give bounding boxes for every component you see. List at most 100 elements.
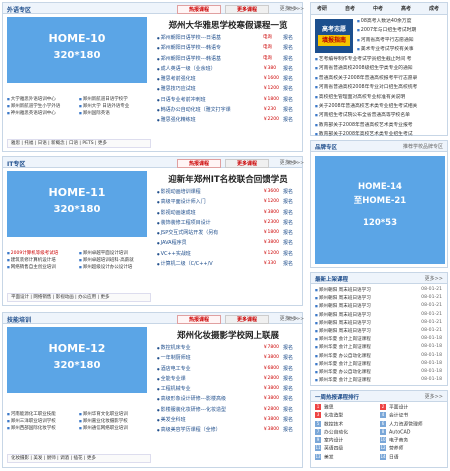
school-link[interactable]: 郑州华育文化职业培训: [79, 411, 151, 418]
latest-item[interactable]: 郑州朝阳 周末班日语学习 08-01-21: [315, 319, 445, 327]
latest-item[interactable]: 郑州朝阳 周末班日语学习 08-01-21: [315, 302, 445, 310]
signup-link[interactable]: 报名: [283, 197, 293, 207]
course-name[interactable]: 郑州朝阳日语学校---韩语专: [157, 43, 221, 53]
tab-more-courses[interactable]: 更多课程: [225, 159, 269, 168]
school-link[interactable]: 郑州嘉业化妆摄影学校: [79, 418, 151, 425]
latest-item[interactable]: 郑州朝阳 周末班日语学习 08-01-21: [315, 327, 445, 335]
more-link[interactable]: 更多>>: [425, 275, 443, 282]
tab-zikao[interactable]: 自考: [345, 5, 355, 12]
signup-link[interactable]: 报名: [283, 238, 293, 248]
school-link[interactable]: 郑州新航道日语学校学: [79, 96, 151, 103]
course-name[interactable]: 雅思考前强化班: [157, 74, 196, 84]
latest-item[interactable]: 郑州朝阳 周末班日语学习 08-01-21: [315, 311, 445, 319]
signup-link[interactable]: 报名: [283, 405, 293, 415]
course-list-title[interactable]: 郑州大华雅思学校寒假课程一览: [155, 19, 301, 33]
category-tags[interactable]: 雅思 | 托福 | 日语 | 新概念 | 口语 | PETS | 更多: [7, 139, 151, 148]
news-item[interactable]: 河南招生考试院公布全省普通高等学校名单: [315, 111, 445, 120]
latest-item[interactable]: 郑州朝阳 周末班日语学习 08-01-21: [315, 286, 445, 294]
category-tags[interactable]: 平面设计 | 网络销售 | 影视动画 | 办公应用 | 更多: [7, 293, 151, 302]
rank-item[interactable]: 10 电子商务: [380, 437, 445, 445]
course-name[interactable]: 美发全科班: [157, 415, 186, 425]
rank-item[interactable]: 11 英语四级: [315, 445, 380, 453]
course-name[interactable]: JAVA程序员: [157, 238, 187, 248]
signup-link[interactable]: 报名: [283, 187, 293, 197]
course-name[interactable]: 成人英语一级（业余班）: [157, 64, 216, 74]
rank-item[interactable]: 2 平面设计: [380, 404, 445, 412]
more-link[interactable]: 推荐学校品牌专区: [403, 143, 443, 150]
signup-link[interactable]: 报名: [283, 105, 293, 115]
more-link[interactable]: 更多>>: [287, 160, 304, 166]
latest-item[interactable]: 郑州华夏 会计上岗证课程 08-01-18: [315, 343, 445, 351]
signup-link[interactable]: 报名: [283, 64, 293, 74]
brand-placeholder[interactable]: HOME-14 至HOME-21 120*53: [315, 156, 445, 264]
course-name[interactable]: 数控机床专业: [157, 343, 191, 353]
school-link[interactable]: 神州雅思英语培训中心: [7, 110, 79, 117]
news-item[interactable]: 关于2008年普通高校艺术类专业招生考试相关: [315, 102, 445, 111]
news-item[interactable]: 08高考人数达40余万度: [357, 17, 445, 26]
course-name[interactable]: 郑州朝阳日语学校---韩语基: [157, 54, 221, 64]
signup-link[interactable]: 报名: [283, 353, 293, 363]
rank-item[interactable]: 4 会计证书: [380, 412, 445, 420]
school-link[interactable]: 郑州西部国际化妆学校: [7, 425, 79, 432]
tab-zhongkao[interactable]: 中考: [373, 5, 383, 12]
tab-gaokao[interactable]: 高考: [401, 5, 411, 12]
signup-link[interactable]: 报名: [283, 343, 293, 353]
news-item[interactable]: 普通高校关于2008年普通高校报考平行志愿录: [315, 74, 445, 83]
school-link[interactable]: 大学雅思外语培训中心: [7, 96, 79, 103]
course-name[interactable]: 全能专业课: [157, 374, 186, 384]
course-name[interactable]: JSP交互式网站开发（另有: [157, 228, 219, 238]
signup-link[interactable]: 报名: [283, 84, 293, 94]
course-name[interactable]: 雅思技巧应试班: [157, 84, 196, 94]
more-link[interactable]: 更多>>: [425, 393, 443, 400]
signup-link[interactable]: 报名: [283, 218, 293, 228]
rank-item[interactable]: 7 办公自动化: [315, 428, 380, 437]
rank-item[interactable]: 5 数控技术: [315, 420, 380, 429]
course-name[interactable]: 影视动画培训课程: [157, 187, 201, 197]
latest-item[interactable]: 郑州华夏 会计上岗证课程 08-01-18: [315, 360, 445, 368]
latest-item[interactable]: 郑州华夏 办公自动化课程 08-01-18: [315, 352, 445, 360]
rank-item[interactable]: 3 化妆造型: [315, 412, 380, 420]
rank-item[interactable]: 14 日语: [380, 453, 445, 462]
course-name[interactable]: 影视动画速成班: [157, 208, 196, 218]
signup-link[interactable]: 报名: [283, 259, 293, 269]
school-link[interactable]: 郑州卓越平面设计培训: [79, 250, 151, 257]
photo-placeholder[interactable]: HOME-11 320*180: [7, 171, 147, 237]
gaokao-banner[interactable]: 高考志愿 填报指南: [315, 19, 353, 53]
school-link[interactable]: 郑州国际英语: [79, 110, 151, 117]
course-name[interactable]: 计算机二级（C/C++/V: [157, 259, 213, 269]
photo-placeholder[interactable]: HOME-10 320*180: [7, 17, 147, 83]
signup-link[interactable]: 报名: [283, 33, 293, 43]
signup-link[interactable]: 报名: [283, 364, 293, 374]
latest-item[interactable]: 郑州朝阳 周末班日语学习 08-01-21: [315, 294, 445, 302]
news-item[interactable]: 河南省普通高校2008级招生学类专业的通知: [315, 64, 445, 73]
rank-item[interactable]: 6 人力资源管理师: [380, 420, 445, 429]
course-name[interactable]: 高级美容学历课程（全修）: [157, 425, 221, 435]
news-item[interactable]: 美术专业考试学校有关事: [357, 45, 445, 54]
photo-placeholder[interactable]: HOME-12 320*180: [7, 327, 147, 393]
news-item[interactable]: 河南省高考平行志愿通知: [357, 36, 445, 45]
signup-link[interactable]: 报名: [283, 115, 293, 125]
signup-link[interactable]: 报名: [283, 249, 293, 259]
signup-link[interactable]: 报名: [283, 208, 293, 218]
tab-hot-courses[interactable]: 热报课程: [177, 315, 221, 324]
school-link[interactable]: 郑州通信网络职业培训: [79, 425, 151, 432]
tab-hot-courses[interactable]: 热报课程: [177, 5, 221, 14]
course-name[interactable]: 酒店电工专业: [157, 364, 191, 374]
school-link[interactable]: 网络销售自主创业培训: [7, 264, 79, 271]
latest-item[interactable]: 郑州华夏 办公自动化课程 08-01-18: [315, 368, 445, 376]
school-link[interactable]: 建筑装修计算机设计培: [7, 257, 79, 264]
school-link[interactable]: 郑州三洋职业培训学校: [7, 418, 79, 425]
signup-link[interactable]: 报名: [283, 415, 293, 425]
course-name[interactable]: 工程机械专业: [157, 384, 191, 394]
news-item[interactable]: 教育部关于2008年普通高校艺术类专业报考: [315, 121, 445, 130]
more-link[interactable]: 更多>>: [287, 316, 304, 322]
more-link[interactable]: 更多>>: [287, 6, 304, 12]
latest-item[interactable]: 郑州华夏 会计上岗证课程 08-01-18: [315, 376, 445, 384]
news-item[interactable]: 教育部关于2008年高校艺术类专业招生考试: [315, 130, 445, 139]
course-name[interactable]: 高级平面设计师入门: [157, 197, 206, 207]
course-name[interactable]: 装饰装修工程项目设计: [157, 218, 211, 228]
signup-link[interactable]: 报名: [283, 95, 293, 105]
course-name[interactable]: 高级形象设计研修---影楼高级: [157, 394, 226, 404]
rank-item[interactable]: 13 美发: [315, 453, 380, 462]
course-name[interactable]: 雅思强化精练班: [157, 115, 196, 125]
